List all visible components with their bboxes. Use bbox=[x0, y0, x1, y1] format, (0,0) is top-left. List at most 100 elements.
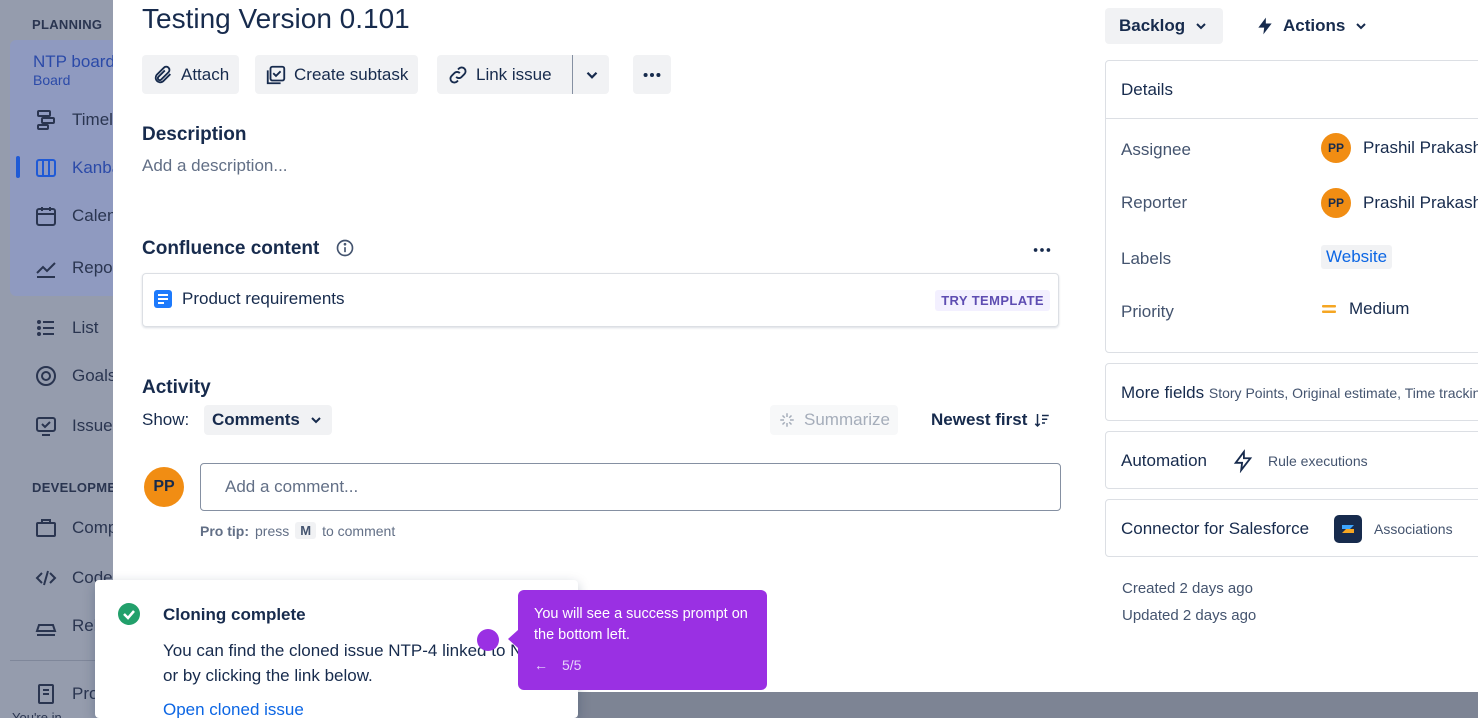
chevron-down-icon bbox=[586, 71, 598, 79]
user-avatar: PP bbox=[144, 467, 184, 507]
pro-tip-rest: to comment bbox=[322, 522, 396, 539]
assignee-name: Prashil Prakash bbox=[1363, 138, 1478, 157]
sidebar-item-goals[interactable]: Goals bbox=[34, 364, 116, 388]
project-name: NTP board bbox=[33, 52, 115, 71]
created-timestamp: Created 2 days ago bbox=[1122, 580, 1253, 597]
guide-tooltip: You will see a success prompt on the bot… bbox=[508, 590, 767, 690]
attach-button[interactable]: Attach bbox=[142, 55, 240, 94]
priority-name: Medium bbox=[1349, 299, 1410, 318]
code-icon bbox=[35, 570, 57, 586]
automation-panel[interactable]: Automation Rule executions bbox=[1105, 431, 1478, 489]
issue-title[interactable]: Testing Version 0.101 bbox=[142, 3, 410, 35]
active-indicator bbox=[16, 156, 20, 178]
confluence-item-label: Product requirements bbox=[182, 289, 345, 308]
try-template-badge[interactable]: TRY TEMPLATE bbox=[935, 290, 1050, 311]
avatar: PP bbox=[1321, 188, 1351, 218]
priority-value[interactable]: Medium bbox=[1321, 299, 1409, 319]
chevron-down-icon bbox=[311, 417, 321, 424]
tooltip-nav: ← 5/5 bbox=[534, 657, 581, 673]
lightning-icon bbox=[1258, 17, 1272, 35]
summarize-label: Summarize bbox=[804, 410, 890, 429]
sidebar-item-issues[interactable]: Issues bbox=[34, 414, 121, 438]
connector-label: Connector for Salesforce bbox=[1121, 519, 1310, 538]
more-icon bbox=[643, 72, 661, 77]
show-filter-select[interactable]: Comments bbox=[204, 405, 332, 435]
label-tag[interactable]: Website bbox=[1321, 245, 1393, 269]
board-icon bbox=[36, 159, 56, 177]
backdrop-dim bbox=[578, 692, 1478, 718]
more-fields-description: Story Points, Original estimate, Time tr… bbox=[1208, 385, 1478, 401]
sidebar-project[interactable]: NTP board Board bbox=[33, 52, 115, 88]
sparkle-icon bbox=[780, 413, 794, 427]
pro-tip-label: Pro tip: bbox=[200, 522, 249, 539]
tooltip-hotspot[interactable] bbox=[477, 629, 499, 651]
labels-value[interactable]: Website bbox=[1321, 245, 1393, 269]
subtask-icon bbox=[266, 65, 286, 84]
status-label: Backlog bbox=[1119, 16, 1186, 35]
automation-label: Automation bbox=[1121, 451, 1207, 470]
info-icon[interactable] bbox=[335, 238, 355, 263]
confluence-more-button[interactable] bbox=[1031, 239, 1053, 266]
pro-tip: Pro tip: press M to comment bbox=[200, 522, 395, 539]
reporter-value[interactable]: PP Prashil Prakash bbox=[1321, 188, 1478, 218]
assignee-label: Assignee bbox=[1121, 140, 1191, 159]
description-field[interactable]: Add a description... bbox=[142, 156, 288, 176]
link-icon bbox=[449, 66, 467, 83]
description-heading: Description bbox=[142, 124, 247, 145]
goals-icon bbox=[36, 366, 56, 386]
sidebar-footer-text: You're in bbox=[12, 710, 62, 718]
summarize-button[interactable]: Summarize bbox=[770, 405, 898, 435]
pro-tip-press: press bbox=[255, 522, 290, 539]
connector-panel[interactable]: Connector for Salesforce Associations bbox=[1105, 499, 1478, 557]
priority-label: Priority bbox=[1121, 302, 1174, 321]
sidebar-section-planning: PLANNING bbox=[32, 17, 103, 32]
actions-label: Actions bbox=[1283, 16, 1346, 35]
more-actions-button[interactable] bbox=[633, 55, 671, 94]
assignee-value[interactable]: PP Prashil Prakash bbox=[1321, 133, 1478, 163]
confluence-heading: Confluence content bbox=[142, 238, 320, 259]
confluence-item: Product requirements bbox=[153, 289, 345, 309]
create-subtask-label: Create subtask bbox=[294, 64, 409, 84]
labels-label: Labels bbox=[1121, 249, 1172, 268]
salesforce-connector-icon bbox=[1334, 515, 1362, 543]
link-issue-dropdown-button[interactable] bbox=[583, 66, 601, 89]
more-icon bbox=[1033, 248, 1051, 252]
flag-title: Cloning complete bbox=[163, 605, 306, 624]
comment-input[interactable]: Add a comment... bbox=[200, 463, 1061, 511]
more-fields-panel[interactable]: More fields Story Points, Original estim… bbox=[1105, 363, 1478, 421]
reports-icon bbox=[36, 262, 56, 278]
success-flag: Cloning complete You can find the cloned… bbox=[95, 580, 578, 718]
back-arrow-icon[interactable]: ← bbox=[534, 657, 548, 673]
sidebar-item-label: Goals bbox=[72, 366, 117, 385]
more-fields-label: More fields bbox=[1121, 383, 1205, 402]
sidebar-item-list[interactable]: List bbox=[34, 316, 98, 340]
create-subtask-button[interactable]: Create subtask bbox=[255, 55, 419, 94]
confluence-card[interactable]: Product requirements TRY TEMPLATE bbox=[142, 273, 1059, 327]
details-heading[interactable]: Details bbox=[1106, 61, 1478, 119]
chevron-down-icon bbox=[1356, 23, 1367, 30]
actions-dropdown[interactable]: Actions bbox=[1241, 8, 1383, 44]
flag-body: You can find the cloned issue NTP-4 link… bbox=[163, 641, 560, 685]
calendar-icon bbox=[36, 207, 56, 226]
success-check-icon bbox=[118, 603, 140, 625]
project-subtitle: Board bbox=[33, 72, 71, 88]
document-icon bbox=[154, 290, 172, 308]
button-split-divider bbox=[572, 55, 573, 94]
status-dropdown[interactable]: Backlog bbox=[1105, 8, 1224, 44]
priority-medium-icon bbox=[1322, 305, 1336, 313]
show-filter-value: Comments bbox=[212, 410, 300, 429]
reporter-name: Prashil Prakash bbox=[1363, 193, 1478, 212]
sort-button[interactable]: Newest first bbox=[923, 405, 1059, 435]
updated-timestamp: Updated 2 days ago bbox=[1122, 607, 1257, 624]
lightning-outline-icon bbox=[1233, 449, 1253, 473]
keyboard-shortcut: M bbox=[295, 522, 317, 539]
sort-icon bbox=[1035, 414, 1050, 428]
connector-description: Associations bbox=[1374, 521, 1453, 537]
tooltip-step-counter: 5/5 bbox=[562, 657, 582, 673]
timeline-icon bbox=[37, 110, 55, 130]
avatar: PP bbox=[1321, 133, 1351, 163]
open-cloned-issue-link[interactable]: Open cloned issue bbox=[163, 700, 304, 718]
sidebar-item-label: List bbox=[72, 318, 99, 337]
details-panel: Details Assignee PP Prashil Prakash Repo… bbox=[1105, 60, 1478, 353]
reporter-label: Reporter bbox=[1121, 193, 1188, 212]
